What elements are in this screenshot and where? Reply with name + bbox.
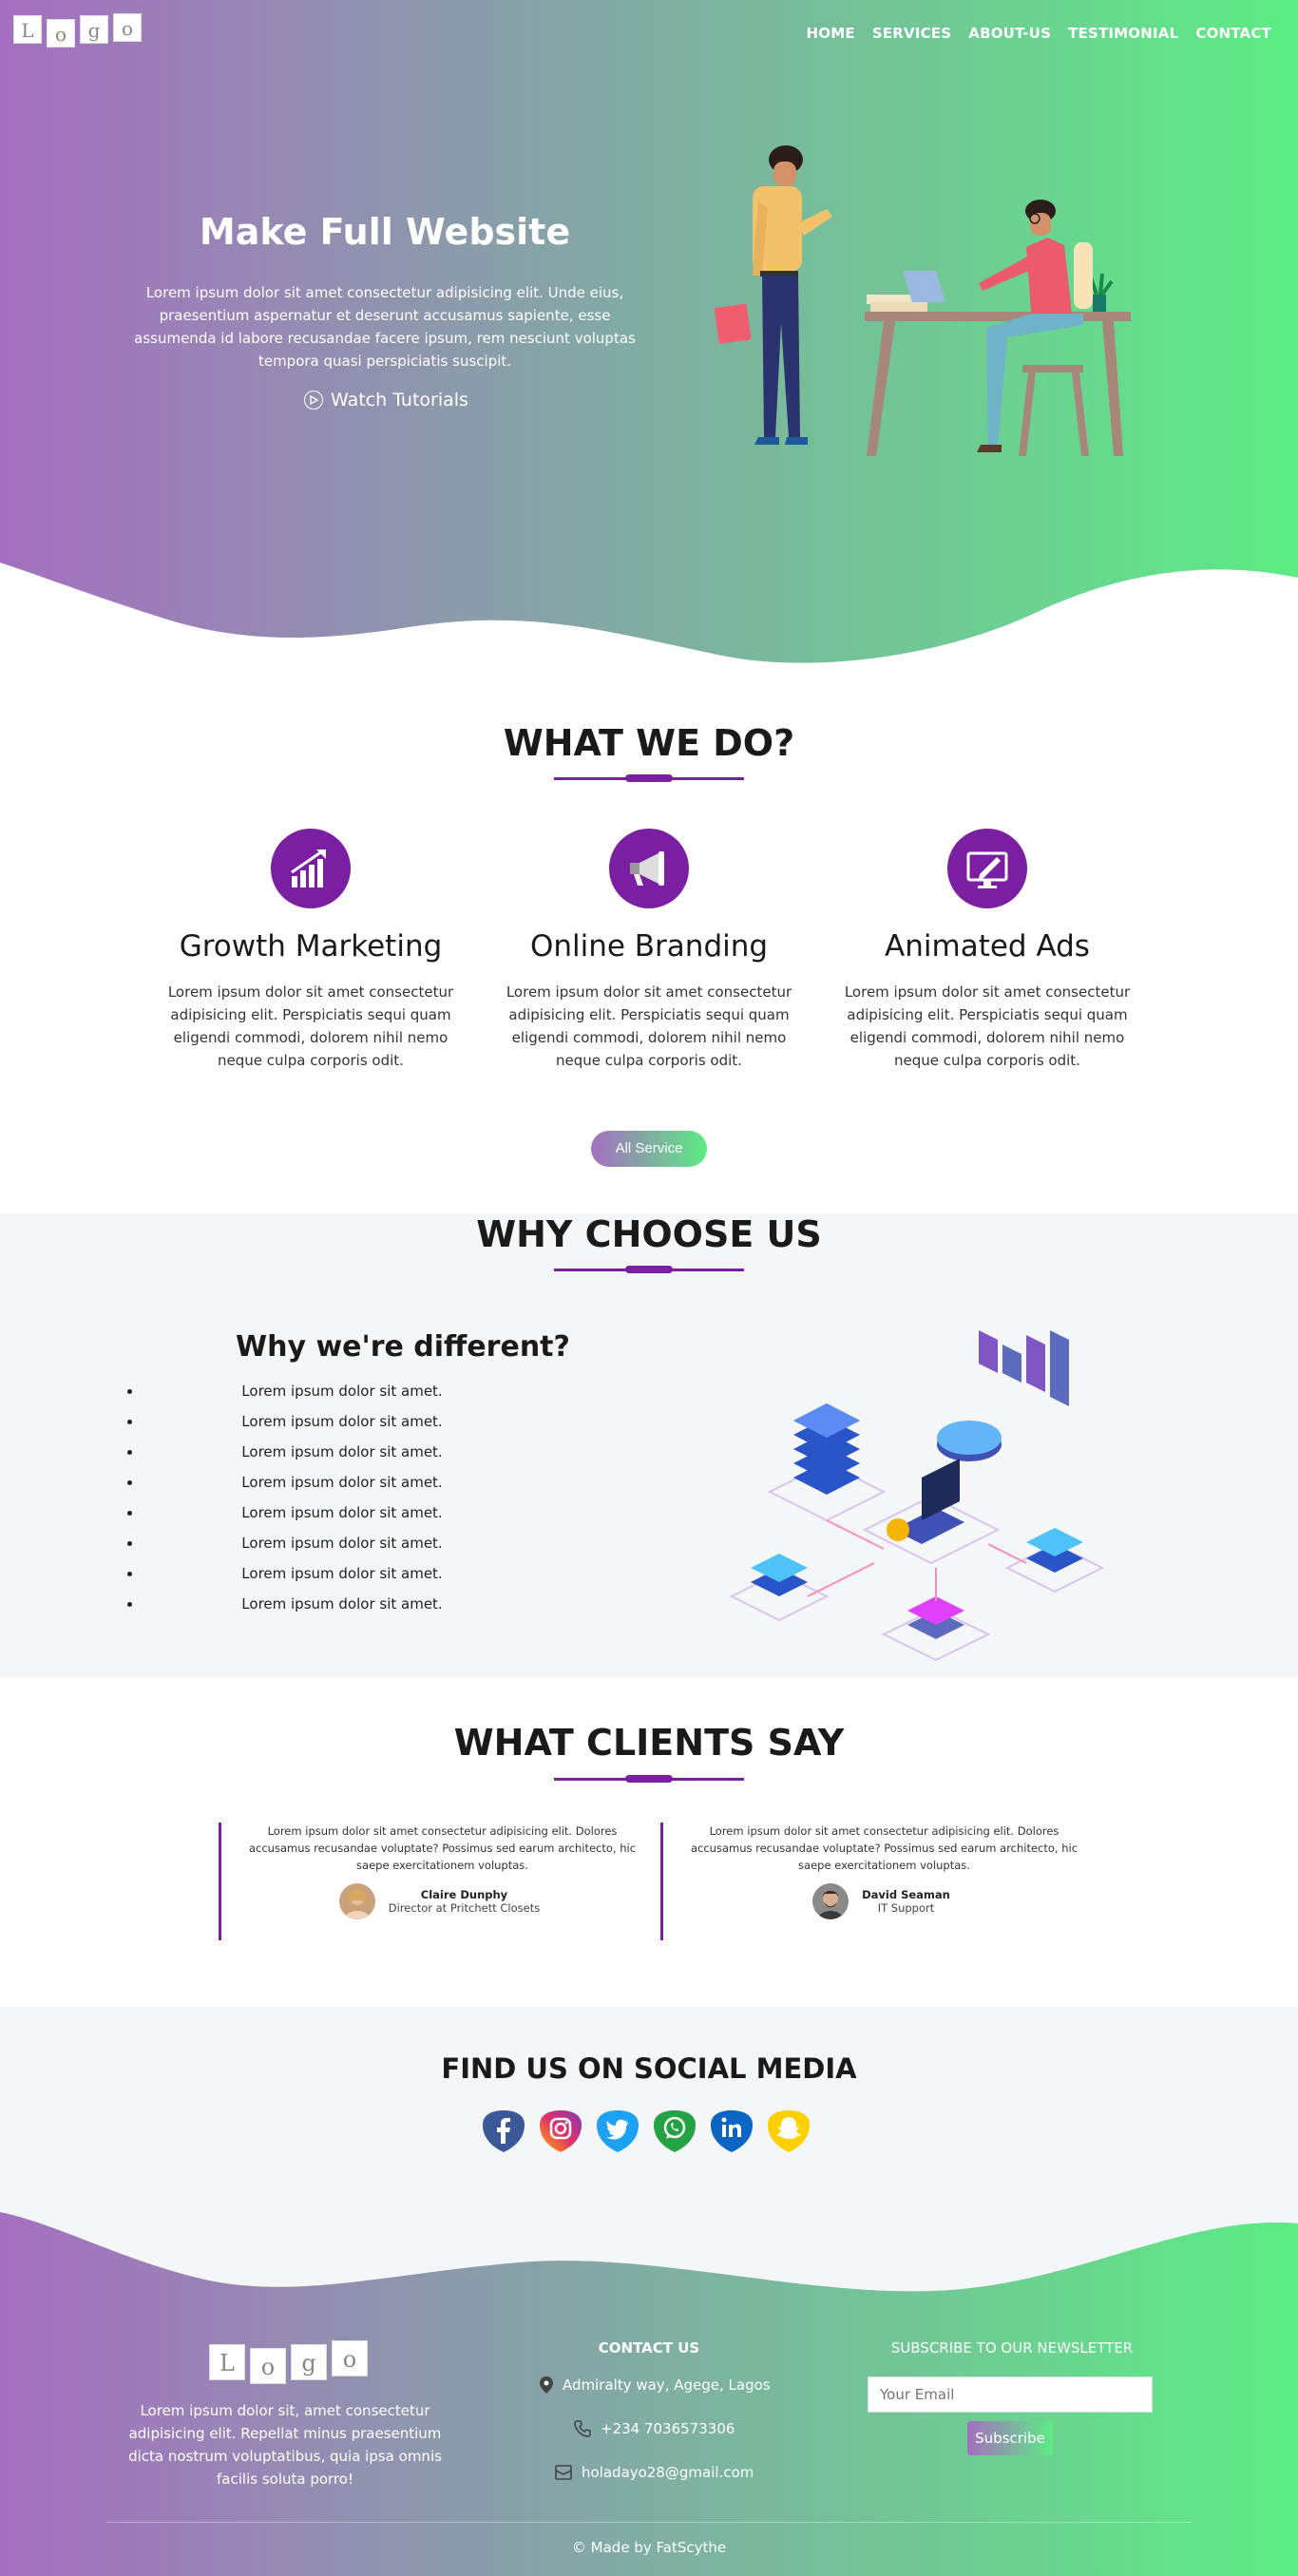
service-title: Animated Ads <box>885 929 1090 964</box>
testimonial-card: Lorem ipsum dolor sit amet consectetur a… <box>660 1822 1099 1940</box>
service-text: Lorem ipsum dolor sit amet consectetur a… <box>167 983 454 1069</box>
megaphone-icon <box>609 829 689 908</box>
logo-letter: o <box>332 2340 368 2376</box>
list-item: Lorem ipsum dolor sit amet. <box>143 1562 542 1593</box>
why-list: Lorem ipsum dolor sit amet. Lorem ipsum … <box>143 1380 542 1623</box>
contact-address-label: Admiralty way, Agege, Lagos <box>563 2376 771 2394</box>
envelope-icon <box>555 2465 572 2480</box>
avatar <box>812 1883 849 1919</box>
all-service-button[interactable]: All Service <box>591 1131 707 1167</box>
service-card-animated-ads: Animated Ads Lorem ipsum dolor sit amet … <box>826 829 1149 1072</box>
testimonial-role: Director at Pritchett Closets <box>388 1901 541 1915</box>
isometric-servers-illustration <box>729 1330 1105 1662</box>
header-logo[interactable]: L o g o <box>13 13 142 48</box>
footer-about-text: Lorem ipsum dolor sit, amet consectetur … <box>128 2402 442 2488</box>
service-title: Online Branding <box>529 929 769 964</box>
why-subtitle: Why we're different? <box>236 1330 570 1364</box>
testimonials-title-underline <box>554 1775 744 1783</box>
contact-title: CONTACT US <box>598 2339 700 2357</box>
logo-letter: o <box>113 13 142 42</box>
service-text: Lorem ipsum dolor sit amet consectetur a… <box>506 983 792 1069</box>
whatsapp-icon[interactable] <box>651 2108 698 2155</box>
nav-about-us[interactable]: ABOUT-US <box>968 25 1051 42</box>
list-item: Lorem ipsum dolor sit amet. <box>143 1441 542 1471</box>
monitor-edit-icon <box>947 829 1027 908</box>
hero-text: Lorem ipsum dolor sit amet consectetur a… <box>134 284 636 370</box>
logo-letter: g <box>80 15 108 44</box>
contact-email-label[interactable]: holadayo28@gmail.com <box>582 2464 754 2481</box>
contact-email: holadayo28@gmail.com <box>555 2464 754 2481</box>
footer-divider <box>106 2522 1192 2523</box>
watch-tutorials-label: Watch Tutorials <box>331 390 468 410</box>
footer: L o g o Lorem ipsum dolor sit, amet cons… <box>0 2204 1298 2576</box>
list-item: Lorem ipsum dolor sit amet. <box>143 1380 542 1410</box>
phone-icon <box>574 2420 591 2437</box>
list-item: Lorem ipsum dolor sit amet. <box>143 1501 542 1532</box>
service-title: Growth Marketing <box>179 929 443 964</box>
list-item: Lorem ipsum dolor sit amet. <box>143 1532 542 1562</box>
testimonial-card: Lorem ipsum dolor sit amet consectetur a… <box>219 1822 658 1940</box>
logo-letter: o <box>250 2348 286 2384</box>
social-icons <box>480 2108 812 2155</box>
testimonial-name: Claire Dunphy <box>420 1888 508 1901</box>
list-item: Lorem ipsum dolor sit amet. <box>143 1410 542 1441</box>
social-title: FIND US ON SOCIAL MEDIA <box>441 2052 857 2085</box>
hero-section: L o g o HOME SERVICES ABOUT-US TESTIMONI… <box>0 0 1298 670</box>
why-title-underline <box>554 1266 744 1273</box>
testimonial-role: IT Support <box>877 1901 935 1915</box>
contact-phone-label[interactable]: +234 7036573306 <box>601 2420 735 2437</box>
watch-tutorials-link[interactable]: Watch Tutorials <box>304 390 468 410</box>
logo-letter: o <box>47 19 75 48</box>
service-card-growth-marketing: Growth Marketing Lorem ipsum dolor sit a… <box>149 829 472 1072</box>
contact-address: Admiralty way, Agege, Lagos <box>540 2376 771 2394</box>
contact-phone: +234 7036573306 <box>574 2420 735 2437</box>
chart-growth-icon <box>271 829 351 908</box>
facebook-icon[interactable] <box>480 2108 527 2155</box>
newsletter-email-input[interactable] <box>868 2376 1153 2413</box>
logo-letter: g <box>291 2344 327 2380</box>
avatar <box>338 1883 375 1919</box>
services-title-underline <box>554 774 744 782</box>
hero-title: Make Full Website <box>199 211 571 253</box>
services-title: WHAT WE DO? <box>503 722 795 764</box>
location-pin-icon <box>540 2376 553 2394</box>
testimonials-title: WHAT CLIENTS SAY <box>453 1722 845 1764</box>
list-item: Lorem ipsum dolor sit amet. <box>143 1471 542 1501</box>
nav-services[interactable]: SERVICES <box>872 25 951 42</box>
service-card-online-branding: Online Branding Lorem ipsum dolor sit am… <box>487 829 811 1072</box>
newsletter-title: SUBSCRIBE TO OUR NEWSLETTER <box>890 2339 1134 2357</box>
main-nav: HOME SERVICES ABOUT-US TESTIMONIAL CONTA… <box>807 25 1271 42</box>
service-text: Lorem ipsum dolor sit amet consectetur a… <box>844 983 1131 1069</box>
instagram-icon[interactable] <box>537 2108 584 2155</box>
snapchat-icon[interactable] <box>765 2108 812 2155</box>
footer-logo[interactable]: L o g o <box>209 2340 368 2384</box>
testimonial-text: Lorem ipsum dolor sit amet consectetur a… <box>690 1824 1078 1872</box>
twitter-icon[interactable] <box>594 2108 641 2155</box>
testimonial-text: Lorem ipsum dolor sit amet consectetur a… <box>248 1824 637 1872</box>
nav-contact[interactable]: CONTACT <box>1195 25 1271 42</box>
nav-home[interactable]: HOME <box>807 25 855 42</box>
linkedin-icon[interactable] <box>708 2108 755 2155</box>
office-workers-illustration <box>714 145 1131 456</box>
why-title: WHY CHOOSE US <box>476 1213 822 1255</box>
copyright-text: © Made by FatScythe <box>571 2539 727 2556</box>
list-item: Lorem ipsum dolor sit amet. <box>143 1593 542 1623</box>
nav-testimonial[interactable]: TESTIMONIAL <box>1068 25 1178 42</box>
play-circle-icon <box>304 391 323 410</box>
subscribe-button[interactable]: Subscribe <box>967 2421 1053 2455</box>
logo-letter: L <box>209 2344 245 2380</box>
testimonial-name: David Seaman <box>862 1888 950 1901</box>
logo-letter: L <box>13 15 42 44</box>
